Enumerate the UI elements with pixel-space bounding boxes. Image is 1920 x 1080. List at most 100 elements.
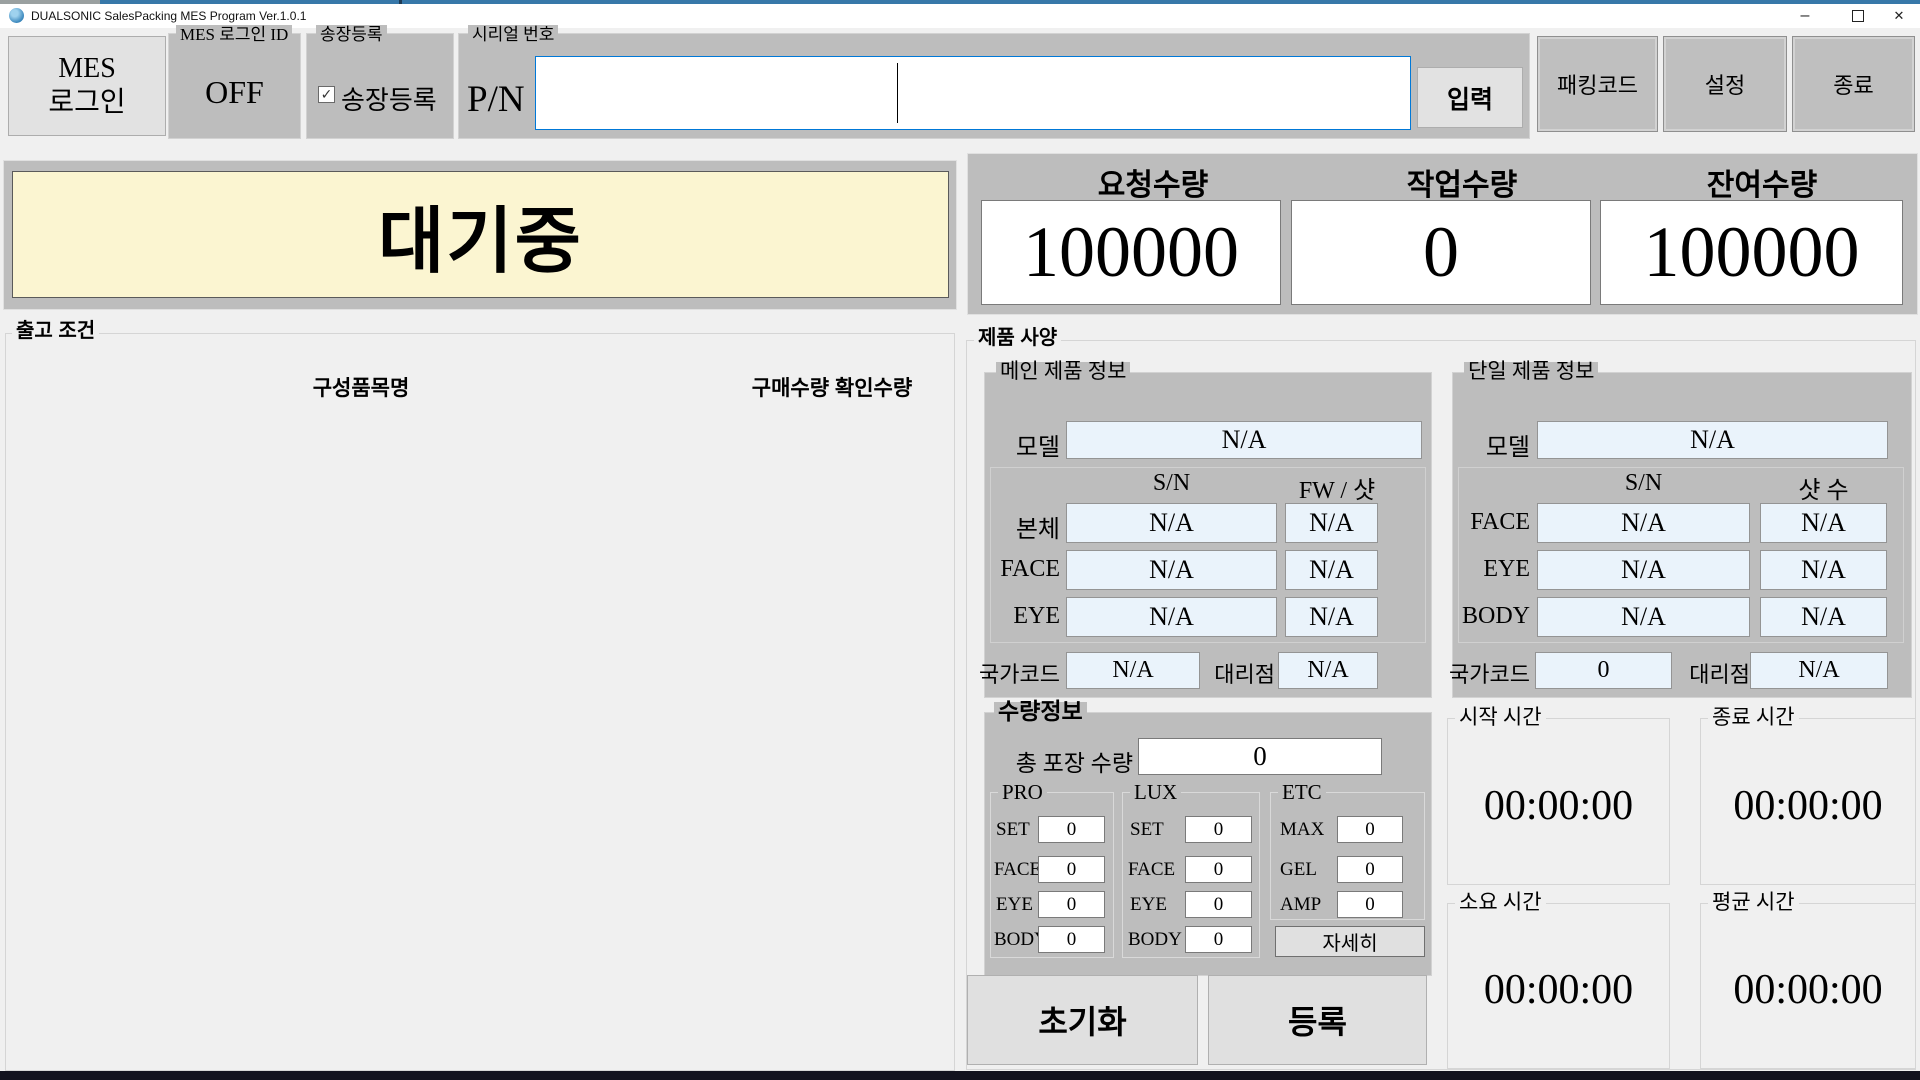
invoice-checkbox[interactable]: ✓ <box>318 86 335 103</box>
single-row-shot: N/A <box>1760 503 1887 543</box>
exit-button[interactable]: 종료 <box>1792 36 1915 132</box>
single-row-label: EYE <box>1400 556 1530 583</box>
column-header-purchase-confirm-qty[interactable]: 구매수량 확인수량 <box>697 372 967 402</box>
single-dealer-value: N/A <box>1750 652 1888 689</box>
requested-qty-label: 요청수량 <box>1033 160 1273 204</box>
single-row-sn: N/A <box>1537 550 1750 590</box>
main-row-label: 본체 <box>940 509 1060 544</box>
main-row-label: EYE <box>940 603 1060 630</box>
main-col-sn-header: S/N <box>1066 470 1277 497</box>
main-row-fw: N/A <box>1285 503 1378 543</box>
main-row-sn: N/A <box>1066 597 1277 637</box>
etc-amp-label: AMP <box>1280 894 1321 916</box>
status-display: 대기중 <box>12 171 949 298</box>
pro-body-value: 0 <box>1038 926 1105 953</box>
mes-login-id-group-label: MES 로그인 ID <box>176 25 292 44</box>
main-row-fw: N/A <box>1285 550 1378 590</box>
remaining-qty-value: 100000 <box>1600 200 1903 305</box>
elapsed-time-value: 00:00:00 <box>1447 966 1670 1014</box>
maximize-button[interactable] <box>1838 4 1878 28</box>
lux-face-label: FACE <box>1128 859 1175 881</box>
pro-eye-value: 0 <box>1038 891 1105 918</box>
lux-group-label: LUX <box>1130 783 1181 802</box>
single-col-sn-header: S/N <box>1537 470 1750 497</box>
single-col-shot-header: 샷 수 <box>1760 470 1887 505</box>
pro-set-label: SET <box>996 819 1030 841</box>
worked-qty-value: 0 <box>1291 200 1591 305</box>
elapsed-time-label: 소요 시간 <box>1455 893 1546 912</box>
single-row-label: FACE <box>1400 509 1530 536</box>
mes-login-button[interactable]: MES 로그인 <box>8 36 166 136</box>
main-row-fw: N/A <box>1285 597 1378 637</box>
etc-max-label: MAX <box>1280 819 1324 841</box>
end-time-value: 00:00:00 <box>1700 782 1916 830</box>
invoice-group-label: 송장등록 <box>316 25 387 44</box>
main-col-fw-header: FW / 샷 <box>1272 470 1402 505</box>
average-time-label: 평균 시간 <box>1708 893 1799 912</box>
single-row-sn: N/A <box>1537 597 1750 637</box>
minimize-button[interactable]: – <box>1782 4 1828 28</box>
single-model-value: N/A <box>1537 421 1888 459</box>
app-icon <box>9 8 24 23</box>
single-row-shot: N/A <box>1760 550 1887 590</box>
lux-body-label: BODY <box>1128 929 1182 951</box>
single-product-info-label: 단일 제품 정보 <box>1464 362 1598 381</box>
enter-button[interactable]: 입력 <box>1417 67 1523 128</box>
pn-input[interactable] <box>535 56 1411 130</box>
total-pack-qty-label: 총 포장 수량 <box>1000 744 1133 778</box>
packing-code-button[interactable]: 패킹코드 <box>1537 36 1658 132</box>
serial-number-group-label: 시리얼 번호 <box>468 25 558 44</box>
worked-qty-label: 작업수량 <box>1342 160 1582 204</box>
text-caret <box>897 63 898 123</box>
pn-label: P/N <box>467 78 525 121</box>
column-header-component-name[interactable]: 구성품목명 <box>241 372 481 402</box>
reset-button[interactable]: 초기화 <box>967 975 1198 1065</box>
detail-button[interactable]: 자세히 <box>1275 926 1425 957</box>
pro-eye-label: EYE <box>996 894 1033 916</box>
shipping-list-area[interactable] <box>6 400 954 1070</box>
pro-face-label: FACE <box>994 859 1041 881</box>
etc-amp-value: 0 <box>1337 891 1403 918</box>
mes-login-id-value: OFF <box>168 74 301 111</box>
main-product-info-label: 메인 제품 정보 <box>996 362 1130 381</box>
main-dealer-label: 대리점 <box>1203 657 1275 689</box>
pro-set-value: 0 <box>1038 816 1105 843</box>
lux-set-label: SET <box>1130 819 1164 841</box>
lux-face-value: 0 <box>1185 856 1252 883</box>
remaining-qty-label: 잔여수량 <box>1642 160 1882 204</box>
lux-eye-value: 0 <box>1185 891 1252 918</box>
single-model-label: 모델 <box>1455 427 1530 462</box>
etc-max-value: 0 <box>1337 816 1403 843</box>
etc-gel-value: 0 <box>1337 856 1403 883</box>
main-dealer-value: N/A <box>1278 652 1378 689</box>
settings-button[interactable]: 설정 <box>1663 36 1787 132</box>
single-country-label: 국가코드 <box>1398 657 1530 689</box>
main-row-sn: N/A <box>1066 550 1277 590</box>
invoice-checkbox-label: 송장등록 <box>341 80 437 117</box>
register-button[interactable]: 등록 <box>1208 975 1427 1065</box>
requested-qty-value: 100000 <box>981 200 1281 305</box>
main-model-value: N/A <box>1066 421 1422 459</box>
single-row-shot: N/A <box>1760 597 1887 637</box>
quantity-info-label: 수량정보 <box>994 702 1087 721</box>
lux-set-value: 0 <box>1185 816 1252 843</box>
single-dealer-label: 대리점 <box>1682 657 1750 689</box>
main-country-label: 국가코드 <box>930 657 1060 689</box>
pro-face-value: 0 <box>1038 856 1105 883</box>
start-time-value: 00:00:00 <box>1447 782 1670 830</box>
shipping-conditions-label: 출고 조건 <box>12 322 99 341</box>
main-country-value: N/A <box>1066 652 1200 689</box>
etc-gel-label: GEL <box>1280 859 1317 881</box>
single-row-sn: N/A <box>1537 503 1750 543</box>
window-title: DUALSONIC SalesPacking MES Program Ver.1… <box>31 9 306 23</box>
close-button[interactable]: ✕ <box>1878 4 1920 28</box>
start-time-label: 시작 시간 <box>1455 708 1546 727</box>
end-time-label: 종료 시간 <box>1708 708 1799 727</box>
lux-eye-label: EYE <box>1130 894 1167 916</box>
maximize-icon <box>1852 10 1864 22</box>
pro-group-label: PRO <box>998 783 1047 802</box>
lux-body-value: 0 <box>1185 926 1252 953</box>
single-country-value: 0 <box>1535 652 1672 689</box>
total-pack-qty-value: 0 <box>1138 738 1382 775</box>
main-model-label: 모델 <box>985 427 1060 462</box>
